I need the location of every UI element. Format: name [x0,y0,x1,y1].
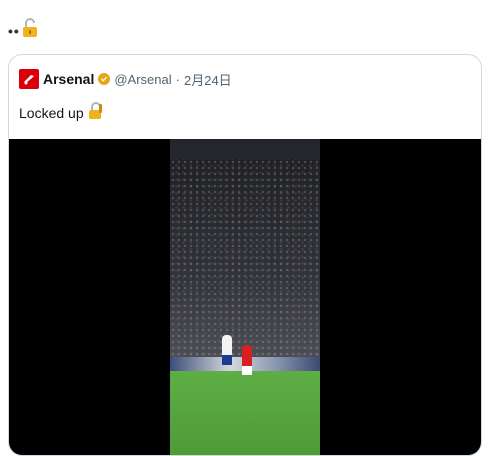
locked-padlock-with-key-icon [88,102,104,123]
player-white-kit [222,335,232,365]
video-frame [170,139,320,455]
gold-verified-badge-icon [98,73,111,85]
player-red-kit [242,345,252,375]
account-name[interactable]: Arsenal [43,71,94,87]
pitch [170,371,320,455]
tweet-date[interactable]: 2月24日 [184,70,232,89]
account-handle[interactable]: @Arsenal [114,72,171,87]
quoted-tweet-header: Arsenal @Arsenal · 2月24日 [19,69,232,89]
dots-text: •• [8,22,20,39]
quoted-tweet-card[interactable]: Arsenal @Arsenal · 2月24日 Locked up [8,54,482,456]
arsenal-crest-icon[interactable] [19,69,39,89]
video-player[interactable] [9,139,481,455]
unlocked-padlock-icon [22,18,38,43]
separator: · [175,71,180,87]
tweet-text-label: Locked up [19,104,84,121]
post-text: •• [8,18,38,43]
stadium-crowd [170,159,320,359]
quoted-tweet-text: Locked up [19,102,104,123]
